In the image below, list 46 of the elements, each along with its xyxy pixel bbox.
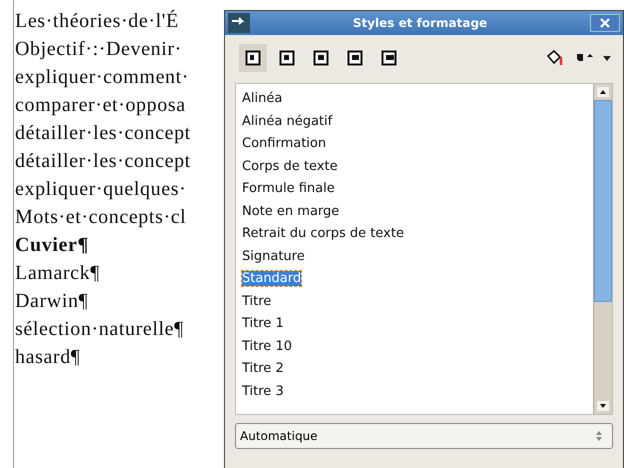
style-item[interactable]: Retrait du corps de texte: [242, 223, 587, 246]
document-line: Mots·et·concepts·cl: [14, 205, 188, 230]
style-item[interactable]: Alinéa: [242, 88, 587, 110]
scroll-up-icon: [597, 87, 609, 97]
style-item[interactable]: Confirmation: [242, 133, 587, 156]
style-family-icon: [347, 50, 363, 66]
style-item[interactable]: Alinéa négatif: [242, 110, 587, 133]
style-item[interactable]: Titre: [242, 290, 587, 313]
style-family-icon: [279, 50, 295, 66]
document-line: Les·théories·de·l'É: [14, 8, 180, 34]
close-button[interactable]: [590, 14, 620, 32]
style-item[interactable]: Standard: [242, 268, 587, 290]
style-family-icon: [313, 50, 329, 66]
paint-bucket-icon: [545, 49, 565, 67]
spin-arrows-icon: [594, 429, 604, 443]
app-icon: [228, 13, 250, 33]
document-line: expliquer·quelques·: [14, 177, 188, 202]
document-line: sélection·naturelle¶: [14, 317, 185, 342]
filter-dropdown[interactable]: Automatique: [235, 423, 613, 449]
style-item[interactable]: Titre 2: [242, 358, 587, 380]
document-line: Objectif·:·Devenir·: [14, 37, 183, 62]
scrollbar[interactable]: [593, 84, 612, 414]
style-family-button[interactable]: [239, 44, 267, 72]
close-icon: [600, 18, 610, 28]
document-line: détailler·les·concept: [14, 149, 192, 174]
caret-icon: [603, 56, 611, 60]
style-item[interactable]: Note en marge: [242, 200, 587, 223]
style-item[interactable]: Titre 10: [242, 336, 587, 358]
style-family-icon: [381, 50, 397, 66]
document-line: hasard¶: [14, 345, 82, 370]
style-item[interactable]: Titre 3: [242, 380, 587, 403]
style-item[interactable]: Corps de texte: [242, 156, 587, 178]
dropdown-button[interactable]: [601, 54, 613, 62]
document-line: Cuvier¶: [14, 233, 90, 258]
document-line: comparer·et·opposa: [14, 93, 187, 118]
scroll-thumb[interactable]: [594, 100, 612, 302]
style-item[interactable]: Signature: [242, 246, 587, 268]
document-line: Darwin¶: [14, 289, 90, 314]
scroll-down-icon: [597, 401, 609, 411]
document-line: Lamarck¶: [14, 261, 101, 286]
window-title: Styles et formatage: [352, 16, 488, 30]
style-item[interactable]: Formule finale: [242, 178, 587, 200]
style-item[interactable]: Titre 1: [242, 313, 587, 336]
style-family-icon: [245, 50, 261, 66]
document-line: expliquer·comment·: [14, 65, 190, 90]
document-line: détailler·les·concept: [14, 121, 192, 146]
